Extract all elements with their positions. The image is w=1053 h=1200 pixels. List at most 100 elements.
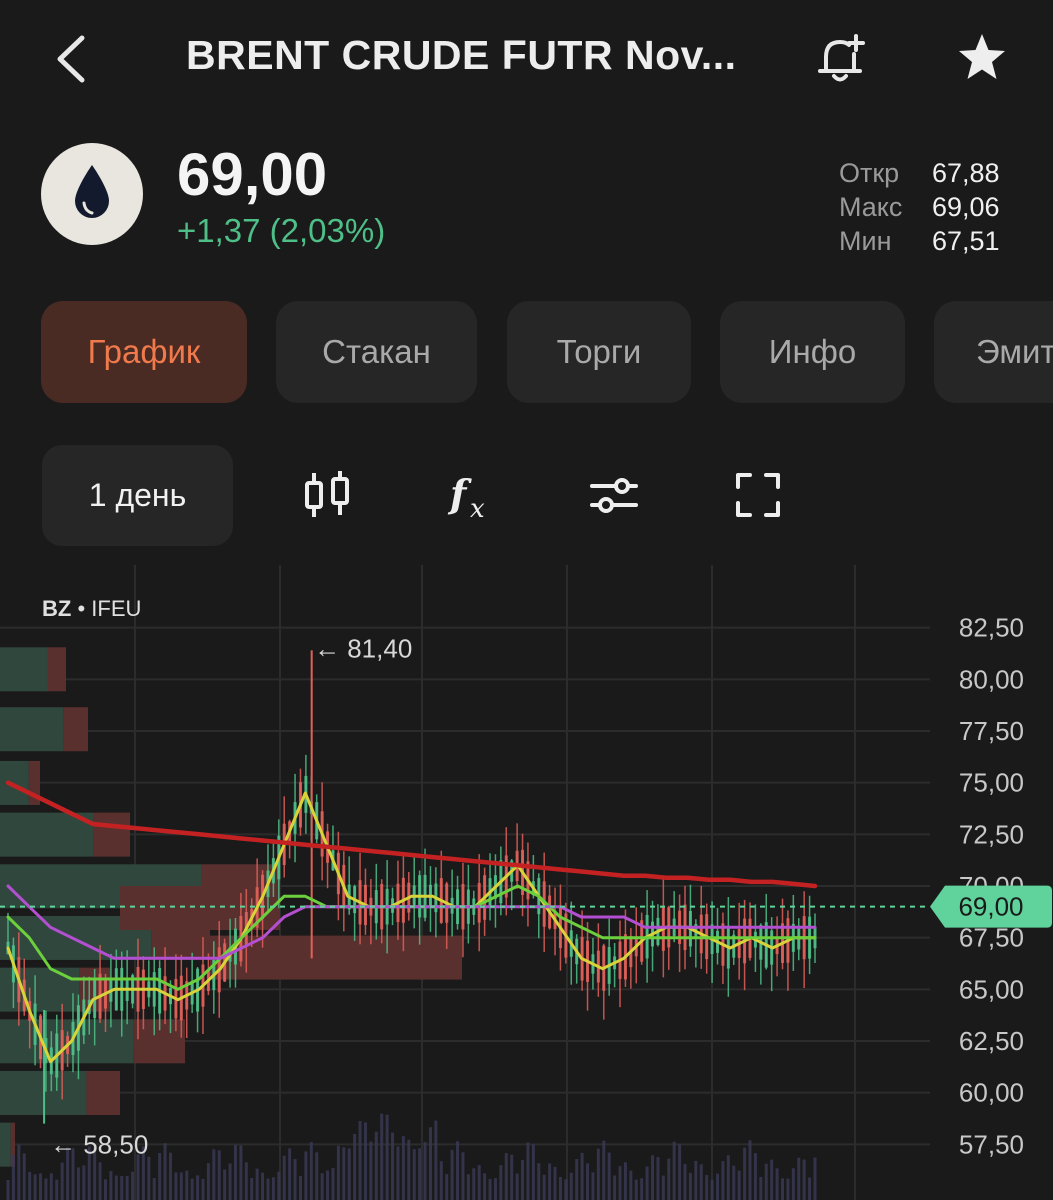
open-value: 67,88 <box>932 158 1000 188</box>
volume-profile-bar <box>0 1122 11 1167</box>
tab-issuer[interactable]: Эмит <box>934 301 1053 403</box>
volume-bar <box>521 1160 525 1200</box>
y-tick-label: 75,00 <box>959 768 1024 798</box>
volume-bar <box>60 1162 64 1200</box>
volume-bar <box>401 1136 405 1200</box>
tab-chart[interactable]: График <box>41 301 247 403</box>
last-price: 69,00 <box>177 141 328 208</box>
volume-bar <box>548 1163 552 1200</box>
volume-bar <box>158 1153 162 1200</box>
high-label: Макс <box>839 192 903 222</box>
low-value: 67,51 <box>932 226 1000 256</box>
volume-bar <box>596 1148 600 1200</box>
volume-bar <box>791 1168 795 1200</box>
volume-bar <box>802 1159 806 1200</box>
volume-bar <box>569 1172 573 1200</box>
volume-profile-bar <box>93 812 130 857</box>
volume-bar <box>466 1174 470 1200</box>
volume-bar <box>331 1167 335 1200</box>
volume-bar <box>76 1167 80 1200</box>
low-label: Мин <box>839 226 892 256</box>
volume-bar <box>705 1174 709 1200</box>
chart-ticker: BZ • IFEU <box>42 596 142 621</box>
volume-bar <box>721 1161 725 1200</box>
volume-bar <box>694 1160 698 1200</box>
y-tick-label: 80,00 <box>959 664 1024 694</box>
volume-bar <box>233 1144 237 1200</box>
volume-bar <box>22 1153 26 1200</box>
volume-bar <box>531 1144 535 1200</box>
function-icon[interactable]: f x <box>440 465 500 525</box>
volume-bar <box>526 1142 530 1200</box>
high-value: 69,06 <box>932 192 1000 222</box>
volume-bar <box>499 1165 503 1200</box>
volume-bar <box>239 1145 243 1200</box>
oil-drop-icon <box>75 165 109 218</box>
volume-bar <box>586 1163 590 1200</box>
fullscreen-icon[interactable] <box>728 465 788 525</box>
volume-bar <box>223 1169 227 1200</box>
volume-bar <box>82 1165 86 1200</box>
volume-bar <box>753 1153 757 1200</box>
volume-bar <box>196 1175 200 1200</box>
volume-bar <box>17 1144 21 1200</box>
volume-bar <box>602 1140 606 1200</box>
svg-text:x: x <box>470 494 485 524</box>
volume-bar <box>656 1157 660 1200</box>
volume-profile-bar <box>63 707 88 752</box>
volume-bar <box>553 1166 557 1200</box>
volume-bar <box>391 1132 395 1200</box>
volume-profile-bar <box>47 647 66 692</box>
volume-bar <box>55 1179 59 1200</box>
volume-bar <box>510 1154 514 1200</box>
tab-trades[interactable]: Торги <box>507 301 691 403</box>
volume-bar <box>369 1141 373 1200</box>
volume-bar <box>163 1143 167 1200</box>
tab-info[interactable]: Инфо <box>720 301 905 403</box>
volume-bar <box>558 1176 562 1200</box>
volume-bar <box>228 1163 232 1200</box>
y-tick-label: 60,00 <box>959 1078 1024 1108</box>
volume-bar <box>450 1149 454 1200</box>
volume-bar <box>315 1152 319 1200</box>
volume-bar <box>678 1144 682 1200</box>
volume-profile-bar <box>0 647 48 692</box>
volume-bar <box>336 1145 340 1200</box>
volume-bar <box>645 1166 649 1200</box>
volume-bar <box>120 1176 124 1200</box>
volume-bar <box>743 1147 747 1200</box>
volume-bar <box>786 1178 790 1200</box>
volume-bar <box>618 1166 622 1200</box>
tab-order-book[interactable]: Стакан <box>276 301 477 403</box>
volume-bar <box>748 1140 752 1200</box>
candlestick-icon[interactable] <box>298 465 358 525</box>
volume-bar <box>775 1168 779 1200</box>
volume-bar <box>423 1142 427 1200</box>
settings-sliders-icon[interactable] <box>584 465 644 525</box>
volume-bar <box>418 1148 422 1200</box>
volume-bar <box>103 1179 107 1200</box>
volume-bar <box>613 1175 617 1200</box>
volume-bar <box>125 1175 129 1200</box>
volume-bar <box>629 1170 633 1200</box>
chart-exchange: IFEU <box>91 596 142 621</box>
volume-bar <box>261 1172 265 1200</box>
back-icon[interactable] <box>50 34 90 84</box>
volume-bar <box>266 1178 270 1200</box>
volume-bar <box>439 1161 443 1200</box>
volume-bar <box>212 1149 216 1200</box>
volume-bar <box>217 1150 221 1200</box>
price-chart[interactable]: 82,5080,0077,5075,0072,5070,0067,5065,00… <box>0 565 1053 1200</box>
volume-bar <box>293 1159 297 1200</box>
volume-bar <box>380 1113 384 1200</box>
volume-bar <box>699 1164 703 1200</box>
bell-plus-icon[interactable] <box>812 30 868 86</box>
volume-bar <box>797 1157 801 1200</box>
volume-bar <box>250 1177 254 1200</box>
volume-bar <box>277 1171 281 1200</box>
volume-bar <box>575 1158 579 1200</box>
period-selector[interactable]: 1 день <box>42 445 233 546</box>
volume-bar <box>651 1155 655 1200</box>
volume-bar <box>326 1170 330 1200</box>
star-icon[interactable] <box>954 30 1010 86</box>
